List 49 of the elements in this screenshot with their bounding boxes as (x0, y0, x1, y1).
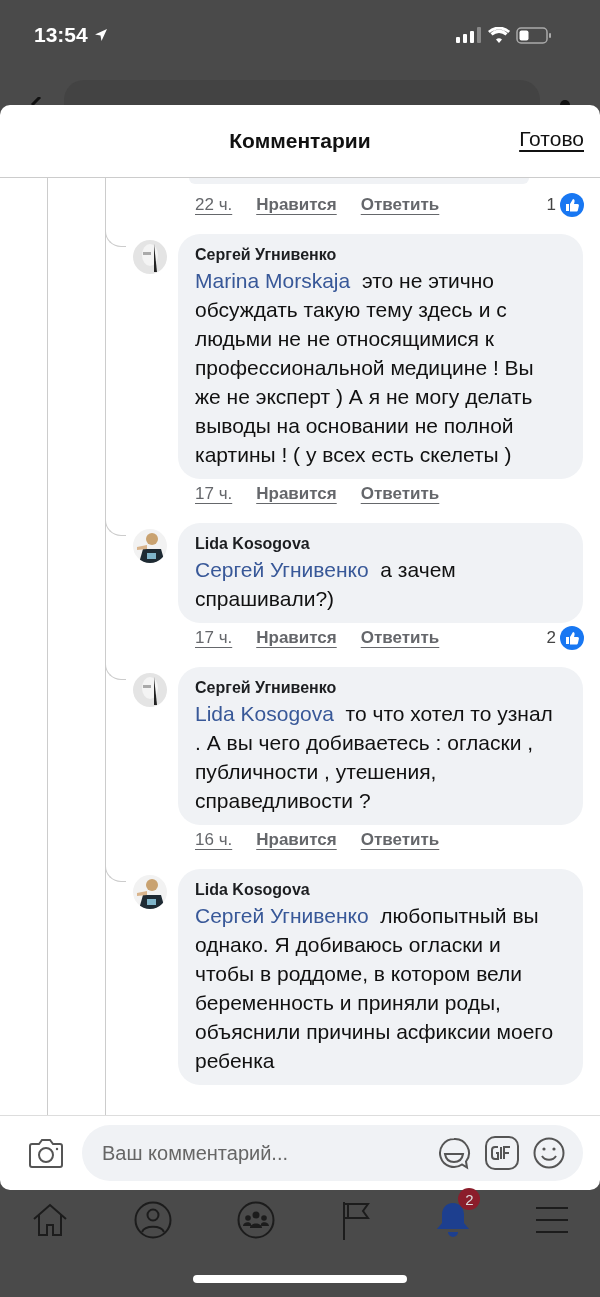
like-icon (560, 193, 584, 217)
comment-text: Lida Kosogova то что хотел то узнал . А вы чего добиваетесь : огласки , публичности , утешения, справедливости ? (195, 701, 554, 814)
comment-author[interactable]: Сергей Угнивенко (195, 679, 563, 697)
like-link[interactable]: Нравится (256, 195, 337, 215)
more-icon[interactable] (560, 97, 570, 105)
location-icon (93, 28, 108, 42)
comment-author[interactable]: Сергей Угнивенко (195, 246, 563, 264)
profile-icon[interactable] (133, 1201, 172, 1239)
comment-time[interactable]: 16 ч. (195, 830, 233, 850)
home-icon[interactable] (32, 1203, 68, 1237)
comment-text: Marina Morskaja это не этично обсуждать такую тему здесь и с людьми не не относящимися к профессиональной медицине ! Вы же не эксперт ) А я не могу делать выводы на основании не полной картины ! ( у всех есть скелеты ) (195, 268, 535, 468)
mention-link[interactable]: Lida Kosogova (195, 702, 334, 725)
comment-time[interactable]: 22 ч. (195, 195, 233, 215)
back-icon[interactable] (30, 97, 44, 105)
sticker-icon[interactable] (437, 1136, 471, 1170)
menu-icon[interactable] (535, 1206, 568, 1234)
comment-text: Сергей Угнивенко а зачем спрашивали?) (195, 557, 457, 612)
mention-link[interactable]: Marina Morskaja (195, 269, 351, 292)
reply-link[interactable]: Ответить (360, 628, 440, 648)
emoji-icon[interactable] (533, 1137, 565, 1169)
like-icon (560, 626, 584, 650)
mention-link[interactable]: Сергей Угнивенко (195, 904, 369, 927)
comment-author[interactable]: Lida Kosogova (195, 535, 563, 553)
reaction-count: 2 (546, 628, 556, 648)
mention-link[interactable]: Сергей Угнивенко (195, 558, 369, 581)
like-link[interactable]: Нравится (256, 830, 337, 850)
battery-icon (516, 26, 552, 44)
comment-box[interactable]: Ваш комментарий... (82, 1125, 583, 1181)
comment-text: Сергей Угнивенко любопытный вы однако. Я добиваюсь огласки и чтобы в роддоме, в котором вели беременность и приняли роды, объяснили причины асфиксии моего ребенка (195, 903, 555, 1074)
comment-time[interactable]: 17 ч. (195, 484, 233, 504)
like-link[interactable]: Нравится (256, 628, 337, 648)
reaction-count: 1 (546, 195, 556, 215)
wifi-icon (488, 27, 510, 43)
status-time: 13:54 (34, 23, 88, 47)
comment-field[interactable]: Ваш комментарий... (100, 1140, 423, 1166)
like-link[interactable]: Нравится (256, 484, 337, 504)
gif-icon[interactable] (485, 1136, 519, 1170)
signal-icon (456, 27, 482, 43)
groups-icon[interactable] (237, 1201, 276, 1239)
comment-time[interactable]: 17 ч. (195, 628, 233, 648)
reply-link[interactable]: Ответить (360, 195, 440, 215)
reply-link[interactable]: Ответить (360, 484, 440, 504)
done-link[interactable]: Готово (519, 127, 584, 151)
notification-badge: 2 (458, 1188, 481, 1210)
comment-author[interactable]: Lida Kosogova (195, 881, 563, 899)
reply-link[interactable]: Ответить (360, 830, 440, 850)
camera-icon[interactable] (28, 1137, 64, 1169)
flag-icon[interactable] (340, 1200, 371, 1240)
sheet-title: Комментарии (229, 129, 371, 153)
